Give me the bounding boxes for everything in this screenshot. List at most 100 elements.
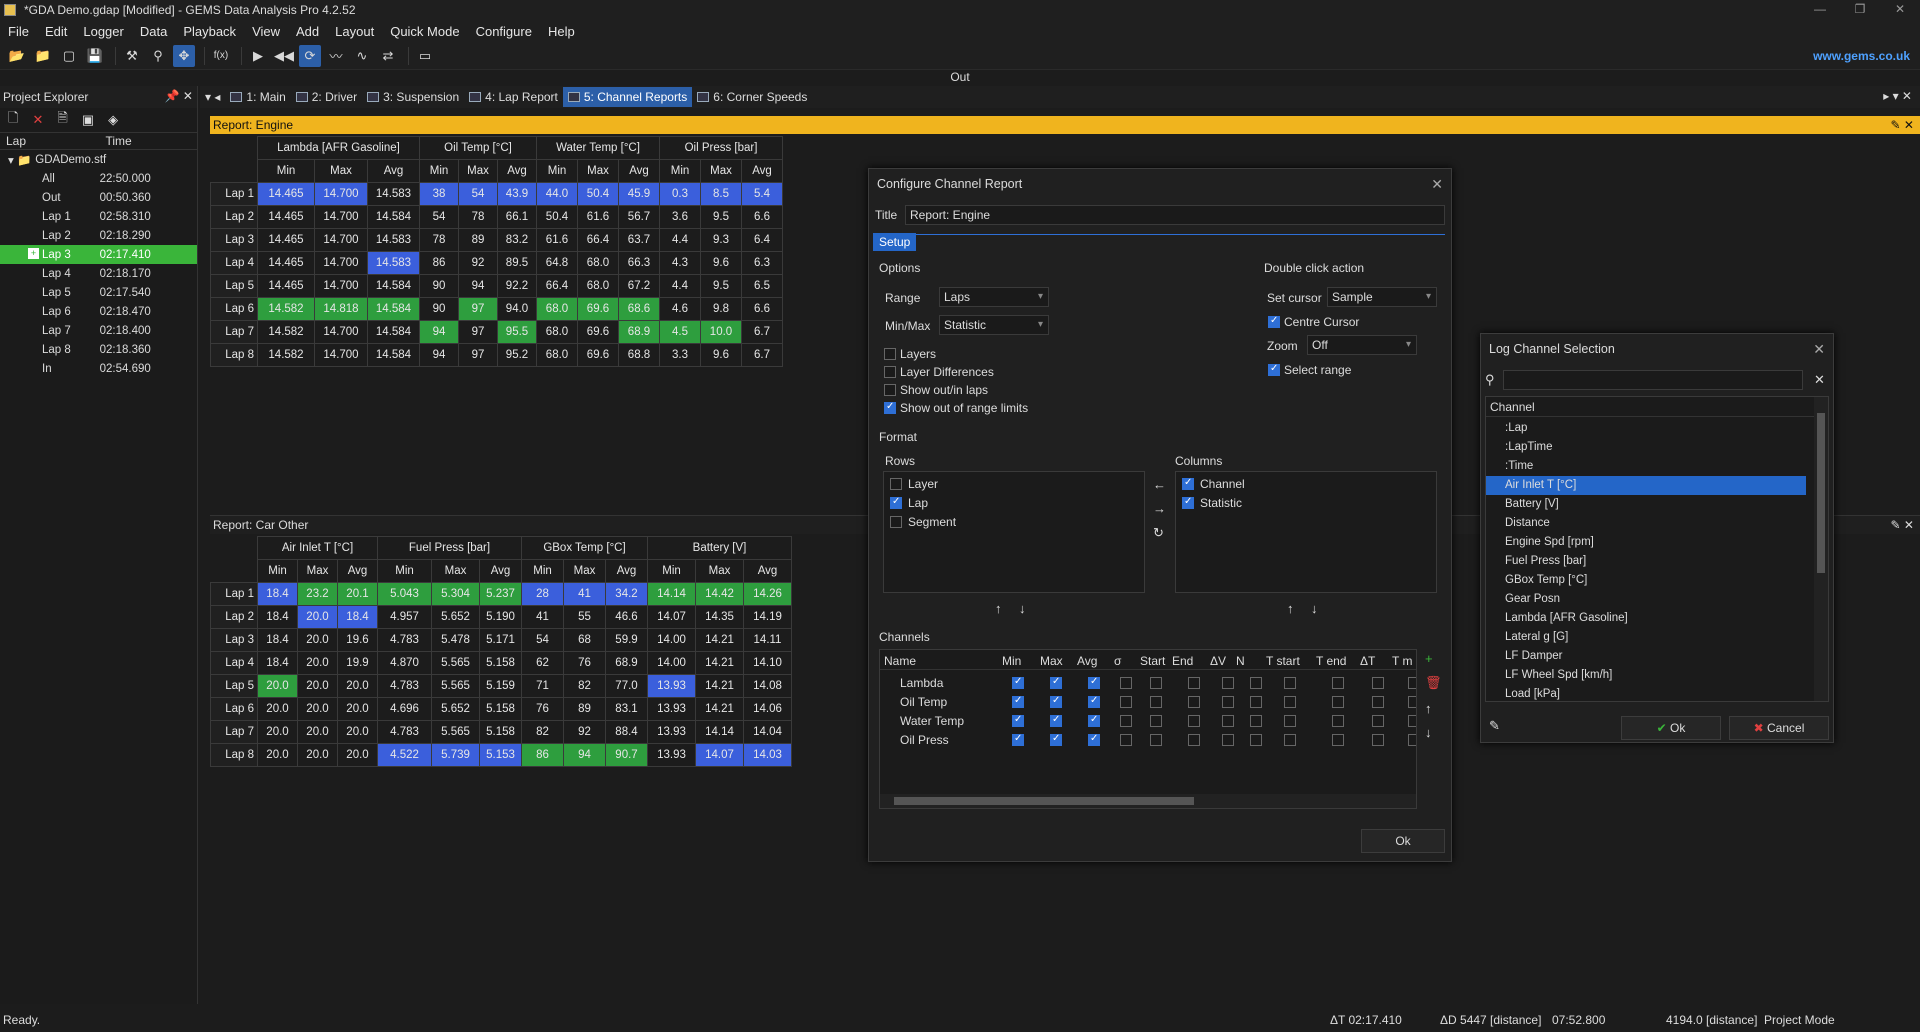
value-cell[interactable]: 92 bbox=[458, 251, 498, 275]
value-cell[interactable]: 13.93 bbox=[647, 720, 696, 744]
channel-stat-checkbox[interactable] bbox=[1284, 734, 1296, 746]
value-cell[interactable]: 41 bbox=[563, 582, 606, 606]
value-cell[interactable]: 14.818 bbox=[314, 297, 368, 321]
explorer-row[interactable]: Lap 2 02:18.290 bbox=[0, 226, 197, 245]
value-cell[interactable]: 61.6 bbox=[577, 205, 619, 229]
value-cell[interactable]: 71 bbox=[521, 674, 564, 698]
channel-stat-checkbox[interactable] bbox=[1250, 734, 1262, 746]
channel-stat-checkbox[interactable] bbox=[1222, 715, 1234, 727]
value-cell[interactable]: 4.522 bbox=[377, 743, 432, 767]
value-cell[interactable]: 14.700 bbox=[314, 182, 368, 206]
value-cell[interactable]: 14.700 bbox=[314, 274, 368, 298]
value-cell[interactable]: 6.6 bbox=[741, 297, 783, 321]
value-cell[interactable]: 94.0 bbox=[497, 297, 537, 321]
value-cell[interactable]: 46.6 bbox=[605, 605, 648, 629]
option-checkbox[interactable] bbox=[884, 366, 896, 378]
value-cell[interactable]: 20.0 bbox=[297, 651, 338, 675]
explorer-row[interactable]: Lap 4 02:18.170 bbox=[0, 264, 197, 283]
crosshair-tool-icon[interactable]: ✥ bbox=[173, 44, 195, 67]
scrollbar-thumb[interactable] bbox=[1817, 413, 1825, 573]
channel-stat-checkbox[interactable] bbox=[1250, 677, 1262, 689]
channel-stat-checkbox[interactable] bbox=[1050, 733, 1062, 746]
value-cell[interactable]: 89 bbox=[563, 697, 606, 721]
channel-stat-checkbox[interactable] bbox=[1012, 733, 1024, 746]
smooth-icon[interactable]: ∿ bbox=[351, 45, 373, 67]
channel-stat-checkbox[interactable] bbox=[1088, 733, 1100, 746]
add-channel-icon[interactable]: + bbox=[1425, 651, 1433, 666]
clear-search-icon[interactable]: ✕ bbox=[1814, 372, 1825, 388]
value-cell[interactable]: 14.35 bbox=[695, 605, 744, 629]
value-cell[interactable]: 4.3 bbox=[659, 251, 701, 275]
explorer-root[interactable]: ▾ 📁 GDADemo.stf bbox=[0, 150, 197, 169]
open-folder-icon[interactable]: 📂 bbox=[6, 45, 28, 67]
value-cell[interactable]: 68.0 bbox=[577, 274, 619, 298]
channel-stat-checkbox[interactable] bbox=[1188, 715, 1200, 727]
value-cell[interactable]: 18.4 bbox=[257, 628, 298, 652]
value-cell[interactable]: 68.0 bbox=[536, 297, 578, 321]
close-icon[interactable]: ✕ bbox=[1431, 176, 1443, 193]
value-cell[interactable]: 95.2 bbox=[497, 343, 537, 367]
value-cell[interactable]: 66.4 bbox=[536, 274, 578, 298]
table-row[interactable]: Lap 3 18.4 20.0 19.6 4.783 5.478 5.171 54 68 59.9… bbox=[210, 628, 792, 652]
value-cell[interactable]: 4.6 bbox=[659, 297, 701, 321]
channel-name[interactable]: Lambda bbox=[900, 676, 943, 690]
table-row[interactable]: Lap 5 14.465 14.700 14.584 90 94 92.2 66.4 68.0 6… bbox=[210, 274, 783, 298]
value-cell[interactable]: 54 bbox=[419, 205, 459, 229]
tab-main[interactable]: 1: Main bbox=[225, 87, 290, 107]
channel-stat-checkbox[interactable] bbox=[1408, 696, 1416, 708]
value-cell[interactable]: 20.0 bbox=[297, 628, 338, 652]
value-cell[interactable]: 20.0 bbox=[297, 720, 338, 744]
function-button[interactable]: f(x) bbox=[210, 45, 232, 67]
search-input[interactable] bbox=[1503, 370, 1803, 390]
menu-file[interactable]: File bbox=[0, 24, 37, 39]
value-cell[interactable]: 94 bbox=[419, 320, 459, 344]
title-input[interactable]: Report: Engine bbox=[905, 205, 1445, 225]
move-right-icon[interactable]: → bbox=[1153, 501, 1166, 516]
channel-stat-checkbox[interactable] bbox=[1150, 715, 1162, 727]
value-cell[interactable]: 14.21 bbox=[695, 651, 744, 675]
value-cell[interactable]: 89 bbox=[458, 228, 498, 252]
value-cell[interactable]: 86 bbox=[419, 251, 459, 275]
value-cell[interactable]: 14.10 bbox=[743, 651, 792, 675]
horizontal-scrollbar[interactable] bbox=[880, 794, 1416, 808]
report-tools-icon[interactable]: ✎ ✕ bbox=[1891, 118, 1914, 132]
report-tools-icon[interactable]: ✎ ✕ bbox=[1891, 518, 1914, 532]
explorer-row[interactable]: Out 00:50.360 bbox=[0, 188, 197, 207]
marker-tool-icon[interactable]: ⚲ bbox=[147, 45, 169, 67]
channel-stat-checkbox[interactable] bbox=[1222, 696, 1234, 708]
value-cell[interactable]: 28 bbox=[521, 582, 564, 606]
value-cell[interactable]: 76 bbox=[521, 697, 564, 721]
menu-layout[interactable]: Layout bbox=[327, 24, 382, 39]
table-row[interactable]: Lap 8 20.0 20.0 20.0 4.522 5.739 5.153 86 94 90.7… bbox=[210, 743, 792, 767]
col-lap-header[interactable]: Lap bbox=[0, 134, 100, 148]
trend-icon[interactable]: 〰 bbox=[325, 45, 347, 67]
menu-data[interactable]: Data bbox=[132, 24, 175, 39]
tab-menu-icon[interactable]: ▾ ◂ bbox=[200, 87, 225, 107]
value-cell[interactable]: 92.2 bbox=[497, 274, 537, 298]
value-cell[interactable]: 82 bbox=[563, 674, 606, 698]
value-cell[interactable]: 14.700 bbox=[314, 228, 368, 252]
value-cell[interactable]: 20.0 bbox=[337, 743, 378, 767]
value-cell[interactable]: 94 bbox=[419, 343, 459, 367]
value-cell[interactable]: 94 bbox=[563, 743, 606, 767]
channel-stat-checkbox[interactable] bbox=[1372, 734, 1384, 746]
value-cell[interactable]: 14.465 bbox=[257, 274, 315, 298]
channel-col-header[interactable]: Max bbox=[1040, 654, 1063, 668]
value-cell[interactable]: 14.03 bbox=[743, 743, 792, 767]
value-cell[interactable]: 20.0 bbox=[297, 674, 338, 698]
channel-group-header[interactable]: Water Temp [°C] bbox=[536, 136, 660, 160]
value-cell[interactable]: 19.6 bbox=[337, 628, 378, 652]
channel-list-item[interactable]: Lateral g [G] bbox=[1486, 628, 1806, 647]
row-option-checkbox[interactable] bbox=[890, 496, 902, 509]
ok-button[interactable]: Ok bbox=[1361, 829, 1445, 853]
channel-col-header[interactable]: T end bbox=[1316, 654, 1346, 668]
table-row[interactable]: Lap 3 14.465 14.700 14.583 78 89 83.2 61.6 66.4 6… bbox=[210, 228, 783, 252]
range-select[interactable]: Laps bbox=[939, 287, 1049, 307]
value-cell[interactable]: 14.700 bbox=[314, 343, 368, 367]
value-cell[interactable]: 20.0 bbox=[257, 697, 298, 721]
value-cell[interactable]: 76 bbox=[563, 651, 606, 675]
value-cell[interactable]: 14.465 bbox=[257, 205, 315, 229]
channel-col-header[interactable]: Name bbox=[884, 654, 916, 668]
value-cell[interactable]: 61.6 bbox=[536, 228, 578, 252]
value-cell[interactable]: 50.4 bbox=[536, 205, 578, 229]
